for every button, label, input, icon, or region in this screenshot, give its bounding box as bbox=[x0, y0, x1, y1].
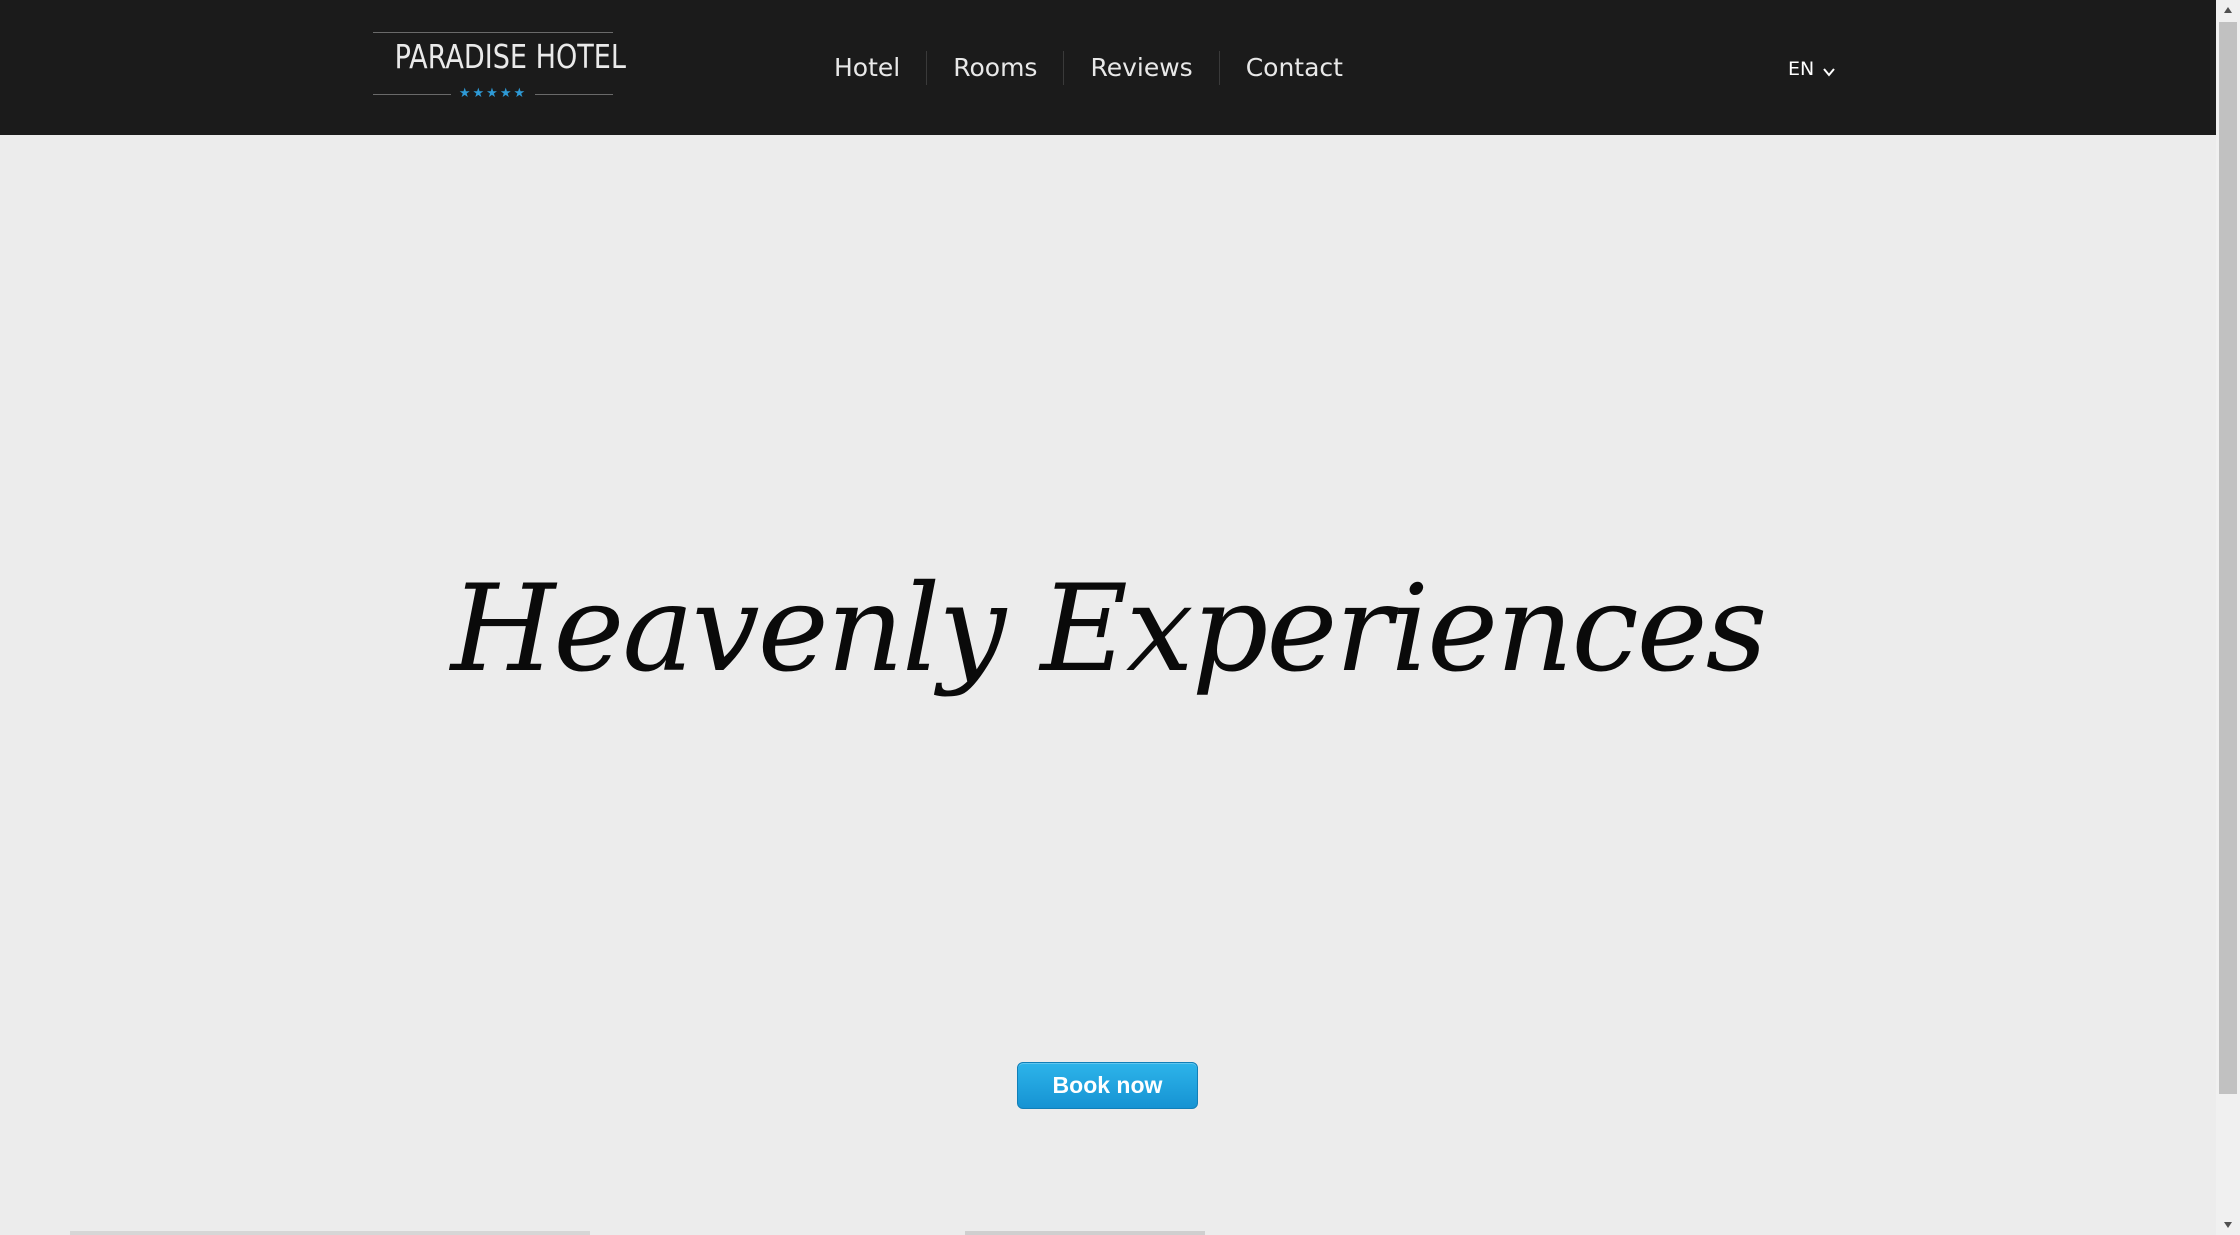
language-label: EN bbox=[1788, 58, 1815, 80]
rating-stars-icon: ★★★★★ bbox=[458, 86, 528, 101]
page-viewport: PARADISE HOTEL ★★★★★ Hotel Rooms Reviews… bbox=[0, 0, 2216, 1235]
below-fold-content-edge bbox=[965, 1231, 1205, 1235]
logo-text: PARADISE HOTEL bbox=[394, 37, 626, 76]
book-now-button[interactable]: Book now bbox=[1017, 1062, 1198, 1109]
hotel-logo[interactable]: PARADISE HOTEL ★★★★★ bbox=[373, 32, 626, 102]
below-fold-content-edge bbox=[70, 1231, 590, 1235]
language-selector[interactable]: EN bbox=[1788, 56, 1836, 82]
logo-top-rule bbox=[373, 32, 613, 33]
nav-item-reviews[interactable]: Reviews bbox=[1064, 48, 1218, 88]
scrollbar-thumb[interactable] bbox=[2219, 22, 2237, 1094]
logo-right-rule bbox=[535, 94, 613, 95]
nav-item-contact[interactable]: Contact bbox=[1220, 48, 1369, 88]
main-nav: Hotel Rooms Reviews Contact bbox=[810, 48, 1369, 88]
logo-left-rule bbox=[373, 94, 451, 95]
chevron-down-icon bbox=[1822, 62, 1836, 77]
nav-item-hotel[interactable]: Hotel bbox=[810, 48, 926, 88]
arrow-up-icon[interactable] bbox=[2216, 0, 2240, 20]
site-header: PARADISE HOTEL ★★★★★ Hotel Rooms Reviews… bbox=[0, 0, 2216, 135]
logo-stars-row: ★★★★★ bbox=[373, 86, 613, 102]
vertical-scrollbar[interactable] bbox=[2216, 0, 2240, 1235]
nav-item-rooms[interactable]: Rooms bbox=[927, 48, 1063, 88]
hero-title: Heavenly Experiences bbox=[450, 560, 1768, 699]
arrow-down-icon[interactable] bbox=[2216, 1215, 2240, 1235]
